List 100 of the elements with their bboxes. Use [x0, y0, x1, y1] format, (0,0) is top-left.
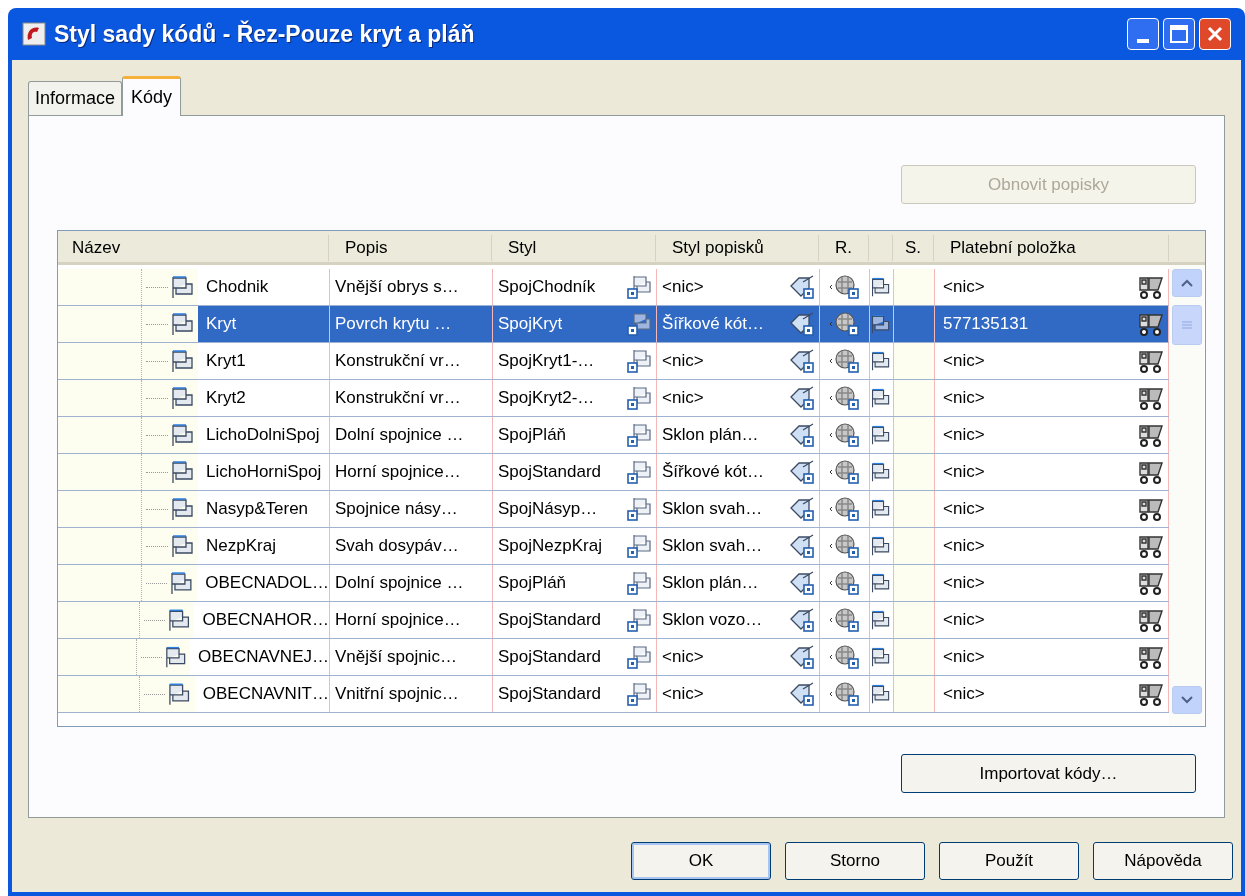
tab[interactable]: Kódy — [122, 76, 182, 116]
label-style-cell-text: Šířkové kót… — [662, 313, 766, 336]
checkered-sphere-icon[interactable] — [827, 422, 862, 448]
column-header[interactable]: Platební položka — [934, 235, 1169, 261]
tag-icon[interactable] — [789, 274, 817, 300]
tag-icon[interactable] — [789, 348, 817, 374]
style-icon[interactable] — [626, 274, 652, 300]
style-icon[interactable] — [626, 681, 652, 707]
style-icon[interactable] — [626, 459, 652, 485]
tag-icon[interactable] — [789, 681, 817, 707]
style-icon[interactable] — [626, 533, 652, 559]
style-icon[interactable] — [626, 570, 652, 596]
dump-truck-icon[interactable] — [1138, 496, 1164, 522]
maximize-icon — [1170, 25, 1188, 43]
style-icon[interactable] — [626, 385, 652, 411]
checkered-sphere-icon[interactable] — [827, 385, 862, 411]
dump-truck-icon[interactable] — [1138, 459, 1164, 485]
style-icon[interactable] — [626, 422, 652, 448]
table-row[interactable]: NezpKraj Svah dosypáv… SpojNezpKraj Sklon svah… <nic> — [58, 528, 1169, 565]
code-name: OBECNAVNIT… — [194, 676, 329, 712]
style-cell-text: SpojPláň — [498, 424, 568, 447]
style-cell-text: SpojNásyp… — [498, 498, 599, 521]
style-icon[interactable] — [626, 607, 652, 633]
checkered-sphere-icon[interactable] — [827, 607, 862, 633]
pay-item-cell-text: <nic> — [943, 535, 986, 558]
table-row[interactable]: OBECNAVNIT… Vnitřní spojnic… SpojStandard <nic> <nic> — [58, 676, 1169, 713]
dump-truck-icon[interactable] — [1138, 348, 1164, 374]
table-row[interactable]: LichoHorniSpoj Horní spojnice… SpojStandard Šířkové kót… <nic> — [58, 454, 1169, 491]
pay-item-cell-text: 577135131 — [943, 313, 1030, 336]
column-header[interactable]: Styl popisků — [656, 235, 819, 261]
checkered-sphere-icon[interactable] — [827, 311, 862, 337]
scroll-up-button[interactable] — [1171, 269, 1202, 297]
column-header[interactable]: Styl — [492, 235, 656, 261]
table-row[interactable]: OBECNAHOR… Horní spojnice… SpojStandard Sklon vozo… <nic> — [58, 602, 1169, 639]
checkered-sphere-icon[interactable] — [827, 570, 862, 596]
minimize-button[interactable] — [1127, 18, 1159, 50]
style-icon[interactable] — [626, 311, 652, 337]
checkered-sphere-icon[interactable] — [827, 533, 862, 559]
dump-truck-icon[interactable] — [1138, 422, 1164, 448]
scroll-down-button[interactable] — [1171, 686, 1202, 714]
code-name: LichoDolniSpoj — [198, 417, 329, 453]
table-row[interactable]: LichoDolniSpoj Dolní spojnice … SpojPláň Sklon plán… <nic> — [58, 417, 1169, 454]
pay-item-cell-text: <nic> — [943, 498, 986, 521]
column-header[interactable]: Název — [58, 235, 329, 261]
tag-icon[interactable] — [789, 533, 817, 559]
column-header[interactable]: Popis — [329, 235, 492, 261]
checkered-sphere-icon[interactable] — [827, 644, 862, 670]
checkered-sphere-icon[interactable] — [827, 681, 862, 707]
flag-icon — [170, 422, 196, 448]
tag-icon[interactable] — [789, 422, 817, 448]
checkered-sphere-icon[interactable] — [827, 459, 862, 485]
dialog-button[interactable]: Nápověda — [1093, 842, 1233, 880]
checkered-sphere-icon[interactable] — [827, 348, 862, 374]
style-icon[interactable] — [626, 496, 652, 522]
tag-icon[interactable] — [789, 311, 817, 337]
tag-icon[interactable] — [789, 607, 817, 633]
style-cell-text: SpojNezpKraj — [498, 535, 603, 558]
dump-truck-icon[interactable] — [1138, 311, 1164, 337]
scrollbar[interactable] — [1169, 265, 1204, 726]
label-style-cell-text: <nic> — [662, 646, 705, 669]
checkered-sphere-icon[interactable] — [827, 496, 862, 522]
table-row[interactable]: OBECNAVNEJ… Vnější spojnic… SpojStandard <nic> <nic> — [58, 639, 1169, 676]
dump-truck-icon[interactable] — [1138, 385, 1164, 411]
scroll-thumb[interactable] — [1171, 305, 1202, 345]
maximize-button[interactable] — [1163, 18, 1195, 50]
table-row[interactable]: Kryt Povrch krytu … SpojKryt Šířkové kót… 577135131 — [58, 306, 1169, 343]
close-button[interactable] — [1199, 18, 1231, 50]
dump-truck-icon[interactable] — [1138, 570, 1164, 596]
table-row[interactable]: Kryt2 Konstrukční vr… SpojKryt2-… <nic> <nic> — [58, 380, 1169, 417]
column-header[interactable]: S. — [893, 235, 934, 261]
dump-truck-icon[interactable] — [1138, 607, 1164, 633]
tag-icon[interactable] — [789, 385, 817, 411]
dialog-button[interactable]: Použít — [939, 842, 1079, 880]
tag-icon[interactable] — [789, 459, 817, 485]
flag-icon — [170, 385, 196, 411]
table-row[interactable]: OBECNADOL… Dolní spojnice … SpojPláň Sklon plán… <nic> — [58, 565, 1169, 602]
dialog-button[interactable]: Storno — [785, 842, 925, 880]
checkered-sphere-icon[interactable] — [827, 274, 862, 300]
tag-icon[interactable] — [789, 644, 817, 670]
app-icon — [22, 22, 46, 46]
dump-truck-icon[interactable] — [1138, 644, 1164, 670]
tag-icon[interactable] — [789, 570, 817, 596]
tag-icon[interactable] — [789, 496, 817, 522]
dump-truck-icon[interactable] — [1138, 274, 1164, 300]
import-codes-button[interactable]: Importovat kódy… — [901, 754, 1196, 793]
chevron-up-icon — [1180, 279, 1193, 287]
table-row[interactable]: Nasyp&Teren Spojnice násy… SpojNásyp… Sklon svah… <nic> — [58, 491, 1169, 528]
style-cell-text: SpojKryt — [498, 313, 564, 336]
dialog-button[interactable]: OK — [631, 842, 771, 880]
label-style-cell-text: Sklon svah… — [662, 535, 764, 558]
minimize-icon — [1137, 39, 1149, 43]
column-header[interactable]: R. — [819, 235, 869, 261]
table-row[interactable]: Kryt1 Konstrukční vr… SpojKryt1-… <nic> <nic> — [58, 343, 1169, 380]
dump-truck-icon[interactable] — [1138, 533, 1164, 559]
style-icon[interactable] — [626, 644, 652, 670]
dump-truck-icon[interactable] — [1138, 681, 1164, 707]
style-icon[interactable] — [626, 348, 652, 374]
tab[interactable]: Informace — [28, 81, 123, 115]
pay-item-cell-text: <nic> — [943, 646, 986, 669]
table-row[interactable]: Chodnik Vnější obrys s… SpojChodník <nic> <nic> — [58, 269, 1169, 306]
